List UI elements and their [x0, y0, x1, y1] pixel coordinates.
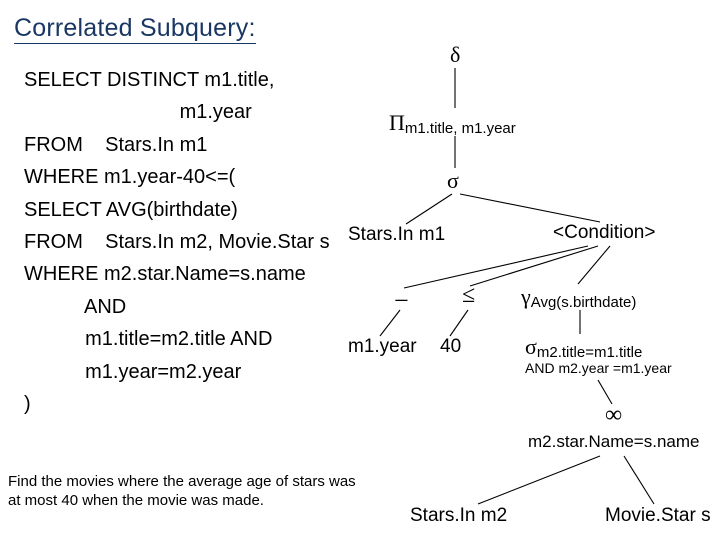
sql-line: SELECT DISTINCT m1.title,	[24, 64, 394, 96]
sigma-op: σ	[447, 168, 459, 194]
gamma-op: γ	[521, 284, 531, 309]
sql-line: m1.year=m2.year	[24, 356, 394, 388]
sigma2-node: σm2.title=m1.title	[525, 334, 642, 361]
sql-line: AND	[24, 291, 394, 323]
pi-node: Πm1.title, m1.year	[389, 110, 516, 137]
sql-line: SELECT AVG(birthdate)	[24, 194, 394, 226]
sigma2-op: σ	[525, 334, 537, 359]
sql-line: )	[24, 388, 394, 420]
join-sub: m2.star.Name=s.name	[528, 432, 700, 452]
sql-block: SELECT DISTINCT m1.title, m1.year FROM S…	[24, 64, 394, 420]
condition-node: <Condition>	[553, 222, 655, 244]
sql-line: WHERE m1.year-40<=(	[24, 161, 394, 193]
delta-op: δ	[450, 42, 460, 68]
pi-sub: m1.title, m1.year	[405, 120, 516, 137]
gamma-sub: Avg(s.birthdate)	[531, 294, 637, 311]
pi-op: Π	[389, 110, 405, 135]
minus-op: −	[394, 286, 409, 316]
caption: Find the movies where the average age of…	[8, 472, 358, 510]
moviestar: Movie.Star s	[605, 505, 711, 527]
gamma-node: γAvg(s.birthdate)	[521, 284, 636, 311]
m1year: m1.year	[348, 336, 417, 358]
sigma2-sub-l2: AND m2.year =m1.year	[525, 360, 672, 376]
forty: 40	[440, 336, 461, 358]
sql-line: m1.year	[24, 96, 394, 128]
leq-op: ≤	[462, 282, 475, 309]
starsin-m1: Stars.In m1	[348, 224, 445, 246]
join-op: ∞	[605, 402, 622, 429]
sql-line: FROM Stars.In m2, Movie.Star s	[24, 226, 394, 258]
starsin-m2: Stars.In m2	[410, 505, 507, 527]
sql-line: m1.title=m2.title AND	[24, 323, 394, 355]
sql-line: WHERE m2.star.Name=s.name	[24, 258, 394, 290]
page-title: Correlated Subquery:	[14, 14, 256, 44]
sql-line: FROM Stars.In m1	[24, 129, 394, 161]
sigma2-sub-l1: m2.title=m1.title	[537, 344, 642, 361]
